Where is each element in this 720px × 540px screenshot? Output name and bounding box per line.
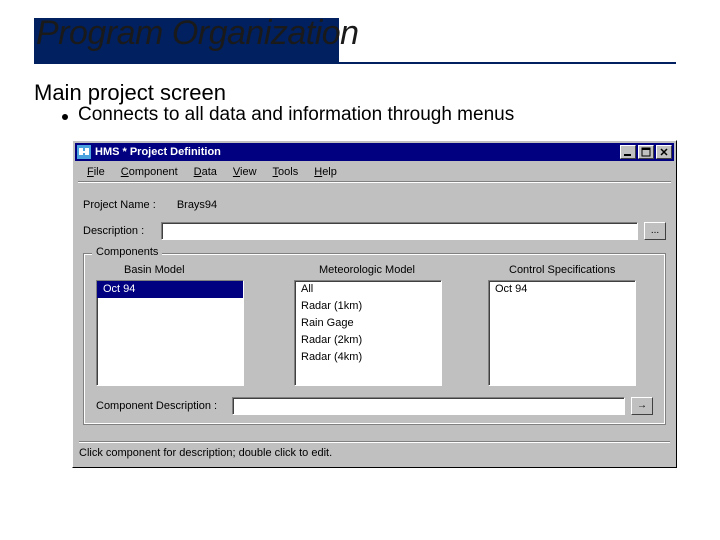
ctrl-listbox[interactable]: Oct 94 bbox=[488, 280, 636, 386]
list-item[interactable]: All bbox=[295, 281, 441, 298]
client-area: Project Name : Brays94 Description : ...… bbox=[79, 187, 670, 461]
window-title: HMS * Project Definition bbox=[95, 146, 620, 158]
app-icon bbox=[77, 145, 91, 159]
menu-help[interactable]: Help bbox=[306, 165, 345, 179]
col-ctrl-label: Control Specifications bbox=[509, 264, 615, 276]
col-met-label: Meteorologic Model bbox=[319, 264, 415, 276]
bullet-text: Connects to all data and information thr… bbox=[78, 104, 514, 126]
slide-heading: Main project screen bbox=[34, 80, 226, 106]
list-item[interactable]: Radar (4km) bbox=[295, 349, 441, 366]
components-groupbox: Components Basin Model Meteorologic Mode… bbox=[83, 253, 666, 425]
list-item[interactable]: Radar (1km) bbox=[295, 298, 441, 315]
go-button[interactable]: → bbox=[631, 397, 653, 415]
slide-title: Program Organization bbox=[36, 14, 359, 53]
status-text: Click component for description; double … bbox=[79, 447, 332, 459]
description-input[interactable] bbox=[161, 222, 638, 240]
menu-tools[interactable]: Tools bbox=[265, 165, 307, 179]
components-legend: Components bbox=[92, 246, 162, 258]
project-name-value: Brays94 bbox=[177, 199, 217, 211]
close-button[interactable] bbox=[656, 145, 672, 159]
window-frame: HMS * Project Definition File Component … bbox=[72, 140, 677, 468]
title-underline bbox=[34, 62, 676, 64]
met-listbox[interactable]: All Radar (1km) Rain Gage Radar (2km) Ra… bbox=[294, 280, 442, 386]
list-item[interactable]: Radar (2km) bbox=[295, 332, 441, 349]
menubar: File Component Data View Tools Help bbox=[75, 163, 674, 181]
description-browse-button[interactable]: ... bbox=[644, 222, 666, 240]
menu-data[interactable]: Data bbox=[186, 165, 225, 179]
status-separator bbox=[79, 441, 670, 443]
description-label: Description : bbox=[83, 225, 161, 237]
titlebar[interactable]: HMS * Project Definition bbox=[75, 143, 674, 161]
bullet-dot bbox=[62, 114, 68, 120]
list-item[interactable]: Rain Gage bbox=[295, 315, 441, 332]
menu-component[interactable]: Component bbox=[113, 165, 186, 179]
col-basin-label: Basin Model bbox=[124, 264, 185, 276]
component-description-input[interactable] bbox=[232, 397, 625, 415]
menu-separator bbox=[78, 181, 671, 183]
list-item[interactable]: Oct 94 bbox=[97, 281, 243, 298]
minimize-button[interactable] bbox=[620, 145, 636, 159]
maximize-button[interactable] bbox=[638, 145, 654, 159]
hms-window: HMS * Project Definition File Component … bbox=[72, 140, 677, 468]
project-name-label: Project Name : bbox=[83, 199, 156, 211]
menu-file[interactable]: File bbox=[79, 165, 113, 179]
component-description-label: Component Description : bbox=[96, 400, 232, 412]
basin-listbox[interactable]: Oct 94 bbox=[96, 280, 244, 386]
list-item[interactable]: Oct 94 bbox=[489, 281, 635, 298]
menu-view[interactable]: View bbox=[225, 165, 265, 179]
